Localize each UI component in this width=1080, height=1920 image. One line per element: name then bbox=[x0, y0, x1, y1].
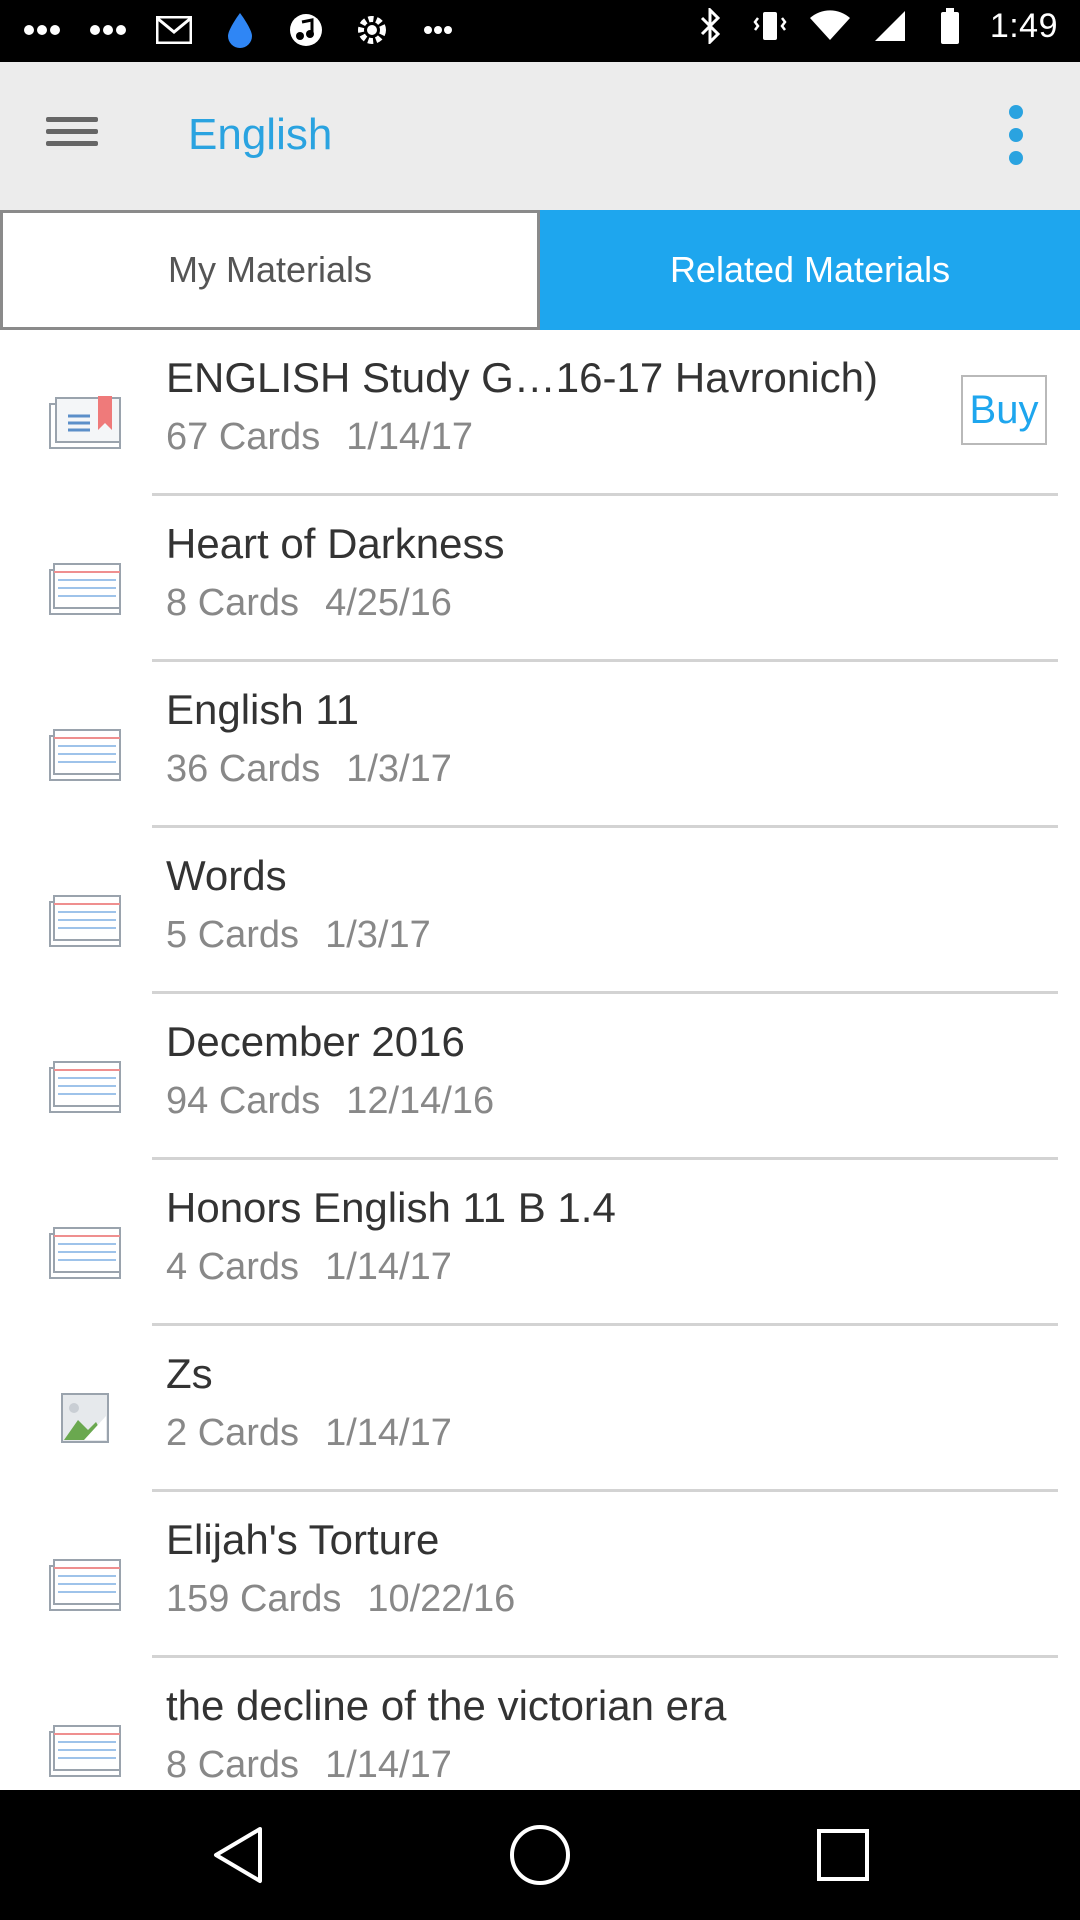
battery-icon bbox=[930, 6, 970, 46]
card-count: 4 Cards bbox=[166, 1246, 300, 1288]
card-set-icon bbox=[48, 1054, 124, 1114]
tab-related-materials[interactable]: Related Materials bbox=[540, 210, 1080, 330]
gear-icon bbox=[352, 10, 392, 50]
list-item-meta: 67 Cards 1/14/17 bbox=[166, 416, 473, 459]
list-item[interactable]: Honors English 11 B 1.4 4 Cards 1/14/17 bbox=[0, 1160, 1080, 1326]
list-item-meta: 94 Cards 12/14/16 bbox=[166, 1080, 494, 1123]
card-set-icon bbox=[48, 1220, 124, 1280]
back-icon[interactable] bbox=[203, 1820, 273, 1890]
list-item-title: Zs bbox=[166, 1350, 213, 1397]
list-item[interactable]: ENGLISH Study G…16-17 Havronich) 67 Card… bbox=[0, 330, 1080, 496]
card-set-icon bbox=[48, 1718, 124, 1778]
card-count: 36 Cards bbox=[166, 748, 321, 790]
status-bar: 1:49 bbox=[0, 0, 1080, 62]
materials-list: ENGLISH Study G…16-17 Havronich) 67 Card… bbox=[0, 330, 1080, 1790]
item-date: 1/14/17 bbox=[325, 1246, 452, 1288]
list-item[interactable]: Words 5 Cards 1/3/17 bbox=[0, 828, 1080, 994]
list-item-meta: 36 Cards 1/3/17 bbox=[166, 748, 452, 791]
hamburger-menu-icon[interactable] bbox=[40, 110, 104, 162]
list-item-meta: 8 Cards 4/25/16 bbox=[166, 582, 452, 625]
status-time: 1:49 bbox=[989, 6, 1058, 45]
card-count: 5 Cards bbox=[166, 914, 300, 956]
card-set-icon bbox=[48, 888, 124, 948]
card-count: 8 Cards bbox=[166, 1744, 300, 1786]
status-left-icons bbox=[22, 10, 458, 50]
item-date: 12/14/16 bbox=[346, 1080, 495, 1122]
status-right-icons: 1:49 bbox=[690, 6, 1058, 46]
list-item-meta: 8 Cards 1/14/17 bbox=[166, 1744, 452, 1787]
list-item-title: English 11 bbox=[166, 686, 360, 733]
list-item[interactable]: the decline of the victorian era 8 Cards… bbox=[0, 1658, 1080, 1790]
list-item[interactable]: December 2016 94 Cards 12/14/16 bbox=[0, 994, 1080, 1160]
music-icon bbox=[286, 10, 326, 50]
home-icon[interactable] bbox=[505, 1820, 575, 1890]
card-count: 159 Cards bbox=[166, 1578, 342, 1620]
list-item[interactable]: English 11 36 Cards 1/3/17 bbox=[0, 662, 1080, 828]
more-dots-icon bbox=[418, 10, 458, 50]
list-item-meta: 4 Cards 1/14/17 bbox=[166, 1246, 452, 1289]
list-item-meta: 5 Cards 1/3/17 bbox=[166, 914, 431, 957]
broken-image-icon bbox=[48, 1386, 124, 1446]
card-set-icon bbox=[48, 556, 124, 616]
list-item-title: Words bbox=[166, 852, 287, 899]
navigation-bar bbox=[0, 1790, 1080, 1920]
notification-dots-icon bbox=[22, 10, 62, 50]
more-options-icon[interactable] bbox=[996, 100, 1036, 176]
list-item-title: Elijah's Torture bbox=[166, 1516, 440, 1563]
vibrate-icon bbox=[750, 6, 790, 46]
list-item[interactable]: Zs 2 Cards 1/14/17 bbox=[0, 1326, 1080, 1492]
card-count: 2 Cards bbox=[166, 1412, 300, 1454]
list-item-title: ENGLISH Study G…16-17 Havronich) bbox=[166, 354, 878, 401]
card-set-icon bbox=[48, 722, 124, 782]
notification-dots-icon bbox=[88, 10, 128, 50]
list-item-meta: 159 Cards 10/22/16 bbox=[166, 1578, 515, 1621]
item-date: 1/14/17 bbox=[325, 1744, 452, 1786]
item-date: 4/25/16 bbox=[325, 582, 452, 624]
card-set-icon bbox=[48, 1552, 124, 1612]
email-icon bbox=[154, 10, 194, 50]
card-count: 67 Cards bbox=[166, 416, 321, 458]
bookmark-card-icon bbox=[48, 390, 124, 450]
list-item-title: Honors English 11 B 1.4 bbox=[166, 1184, 616, 1231]
wifi-icon bbox=[809, 6, 850, 46]
tab-my-materials[interactable]: My Materials bbox=[0, 210, 540, 330]
list-item-title: Heart of Darkness bbox=[166, 520, 505, 567]
app-bar: English bbox=[0, 62, 1080, 210]
list-item[interactable]: Elijah's Torture 159 Cards 10/22/16 bbox=[0, 1492, 1080, 1658]
item-date: 1/3/17 bbox=[325, 914, 431, 956]
tab-bar: My Materials Related Materials bbox=[0, 210, 1080, 330]
bluetooth-icon bbox=[690, 6, 730, 46]
recents-icon[interactable] bbox=[808, 1820, 878, 1890]
buy-button[interactable]: Buy bbox=[961, 375, 1047, 445]
list-item-meta: 2 Cards 1/14/17 bbox=[166, 1412, 452, 1455]
list-item-title: the decline of the victorian era bbox=[166, 1682, 727, 1729]
card-count: 8 Cards bbox=[166, 582, 300, 624]
card-count: 94 Cards bbox=[166, 1080, 321, 1122]
page-title: English bbox=[188, 110, 333, 159]
signal-icon bbox=[870, 6, 910, 46]
item-date: 1/3/17 bbox=[346, 748, 452, 790]
list-item[interactable]: Heart of Darkness 8 Cards 4/25/16 bbox=[0, 496, 1080, 662]
water-drop-icon bbox=[220, 10, 260, 50]
item-date: 1/14/17 bbox=[346, 416, 473, 458]
item-date: 1/14/17 bbox=[325, 1412, 452, 1454]
item-date: 10/22/16 bbox=[367, 1578, 516, 1620]
list-item-title: December 2016 bbox=[166, 1018, 465, 1065]
